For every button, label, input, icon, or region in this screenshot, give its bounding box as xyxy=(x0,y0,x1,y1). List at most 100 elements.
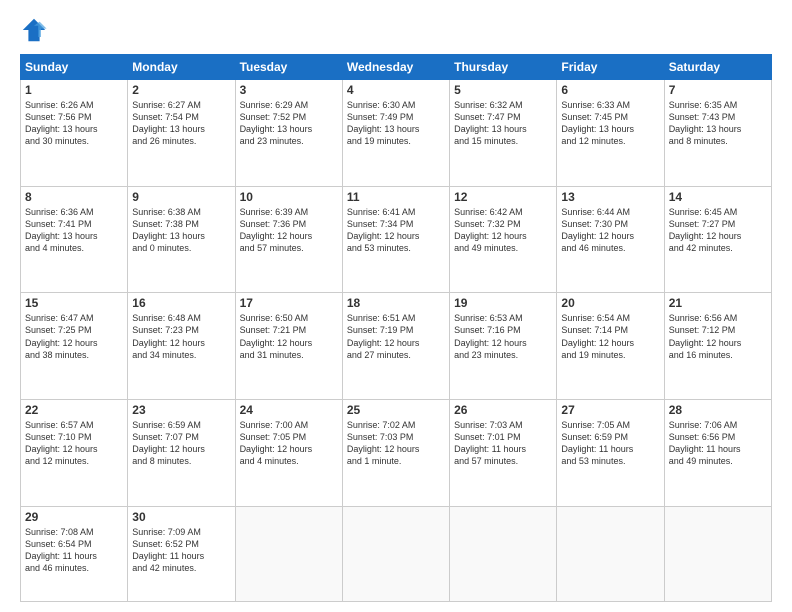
day-number: 4 xyxy=(347,83,445,97)
cell-info: Sunrise: 7:02 AMSunset: 7:03 PMDaylight:… xyxy=(347,419,445,468)
day-number: 26 xyxy=(454,403,552,417)
cell-info: Sunrise: 6:42 AMSunset: 7:32 PMDaylight:… xyxy=(454,206,552,255)
calendar-body: 1 Sunrise: 6:26 AMSunset: 7:56 PMDayligh… xyxy=(21,80,772,602)
header xyxy=(20,16,772,44)
calendar-day-cell xyxy=(450,506,557,601)
day-number: 9 xyxy=(132,190,230,204)
calendar-day-cell: 14 Sunrise: 6:45 AMSunset: 7:27 PMDaylig… xyxy=(664,186,771,293)
calendar-day-cell: 5 Sunrise: 6:32 AMSunset: 7:47 PMDayligh… xyxy=(450,80,557,187)
day-number: 11 xyxy=(347,190,445,204)
day-number: 29 xyxy=(25,510,123,524)
cell-info: Sunrise: 7:00 AMSunset: 7:05 PMDaylight:… xyxy=(240,419,338,468)
calendar-day-cell: 8 Sunrise: 6:36 AMSunset: 7:41 PMDayligh… xyxy=(21,186,128,293)
day-number: 21 xyxy=(669,296,767,310)
calendar-day-cell: 19 Sunrise: 6:53 AMSunset: 7:16 PMDaylig… xyxy=(450,293,557,400)
day-number: 15 xyxy=(25,296,123,310)
cell-info: Sunrise: 7:09 AMSunset: 6:52 PMDaylight:… xyxy=(132,526,230,575)
cell-info: Sunrise: 6:30 AMSunset: 7:49 PMDaylight:… xyxy=(347,99,445,148)
calendar-day-cell xyxy=(235,506,342,601)
calendar-header-cell: Thursday xyxy=(450,55,557,80)
calendar-week-row: 22 Sunrise: 6:57 AMSunset: 7:10 PMDaylig… xyxy=(21,399,772,506)
calendar-day-cell: 24 Sunrise: 7:00 AMSunset: 7:05 PMDaylig… xyxy=(235,399,342,506)
calendar-day-cell: 7 Sunrise: 6:35 AMSunset: 7:43 PMDayligh… xyxy=(664,80,771,187)
day-number: 7 xyxy=(669,83,767,97)
calendar-header-cell: Sunday xyxy=(21,55,128,80)
day-number: 12 xyxy=(454,190,552,204)
cell-info: Sunrise: 6:57 AMSunset: 7:10 PMDaylight:… xyxy=(25,419,123,468)
cell-info: Sunrise: 6:39 AMSunset: 7:36 PMDaylight:… xyxy=(240,206,338,255)
day-number: 8 xyxy=(25,190,123,204)
day-number: 2 xyxy=(132,83,230,97)
day-number: 1 xyxy=(25,83,123,97)
cell-info: Sunrise: 7:03 AMSunset: 7:01 PMDaylight:… xyxy=(454,419,552,468)
calendar-day-cell: 6 Sunrise: 6:33 AMSunset: 7:45 PMDayligh… xyxy=(557,80,664,187)
day-number: 27 xyxy=(561,403,659,417)
calendar-day-cell: 1 Sunrise: 6:26 AMSunset: 7:56 PMDayligh… xyxy=(21,80,128,187)
cell-info: Sunrise: 6:50 AMSunset: 7:21 PMDaylight:… xyxy=(240,312,338,361)
cell-info: Sunrise: 6:35 AMSunset: 7:43 PMDaylight:… xyxy=(669,99,767,148)
day-number: 5 xyxy=(454,83,552,97)
calendar-week-row: 1 Sunrise: 6:26 AMSunset: 7:56 PMDayligh… xyxy=(21,80,772,187)
cell-info: Sunrise: 6:54 AMSunset: 7:14 PMDaylight:… xyxy=(561,312,659,361)
cell-info: Sunrise: 7:05 AMSunset: 6:59 PMDaylight:… xyxy=(561,419,659,468)
cell-info: Sunrise: 6:51 AMSunset: 7:19 PMDaylight:… xyxy=(347,312,445,361)
day-number: 16 xyxy=(132,296,230,310)
calendar-day-cell: 30 Sunrise: 7:09 AMSunset: 6:52 PMDaylig… xyxy=(128,506,235,601)
cell-info: Sunrise: 6:45 AMSunset: 7:27 PMDaylight:… xyxy=(669,206,767,255)
calendar-day-cell: 4 Sunrise: 6:30 AMSunset: 7:49 PMDayligh… xyxy=(342,80,449,187)
cell-info: Sunrise: 6:26 AMSunset: 7:56 PMDaylight:… xyxy=(25,99,123,148)
cell-info: Sunrise: 7:08 AMSunset: 6:54 PMDaylight:… xyxy=(25,526,123,575)
calendar-day-cell: 11 Sunrise: 6:41 AMSunset: 7:34 PMDaylig… xyxy=(342,186,449,293)
cell-info: Sunrise: 6:56 AMSunset: 7:12 PMDaylight:… xyxy=(669,312,767,361)
calendar-day-cell: 29 Sunrise: 7:08 AMSunset: 6:54 PMDaylig… xyxy=(21,506,128,601)
cell-info: Sunrise: 6:38 AMSunset: 7:38 PMDaylight:… xyxy=(132,206,230,255)
cell-info: Sunrise: 6:41 AMSunset: 7:34 PMDaylight:… xyxy=(347,206,445,255)
calendar-day-cell: 17 Sunrise: 6:50 AMSunset: 7:21 PMDaylig… xyxy=(235,293,342,400)
calendar-day-cell: 12 Sunrise: 6:42 AMSunset: 7:32 PMDaylig… xyxy=(450,186,557,293)
calendar-header-cell: Monday xyxy=(128,55,235,80)
cell-info: Sunrise: 6:29 AMSunset: 7:52 PMDaylight:… xyxy=(240,99,338,148)
calendar-day-cell xyxy=(342,506,449,601)
cell-info: Sunrise: 6:27 AMSunset: 7:54 PMDaylight:… xyxy=(132,99,230,148)
calendar-day-cell: 28 Sunrise: 7:06 AMSunset: 6:56 PMDaylig… xyxy=(664,399,771,506)
day-number: 28 xyxy=(669,403,767,417)
calendar-day-cell: 23 Sunrise: 6:59 AMSunset: 7:07 PMDaylig… xyxy=(128,399,235,506)
cell-info: Sunrise: 6:48 AMSunset: 7:23 PMDaylight:… xyxy=(132,312,230,361)
cell-info: Sunrise: 6:44 AMSunset: 7:30 PMDaylight:… xyxy=(561,206,659,255)
day-number: 13 xyxy=(561,190,659,204)
cell-info: Sunrise: 6:33 AMSunset: 7:45 PMDaylight:… xyxy=(561,99,659,148)
day-number: 24 xyxy=(240,403,338,417)
calendar-table: SundayMondayTuesdayWednesdayThursdayFrid… xyxy=(20,54,772,602)
calendar-day-cell: 21 Sunrise: 6:56 AMSunset: 7:12 PMDaylig… xyxy=(664,293,771,400)
day-number: 6 xyxy=(561,83,659,97)
calendar-day-cell: 16 Sunrise: 6:48 AMSunset: 7:23 PMDaylig… xyxy=(128,293,235,400)
calendar-day-cell: 13 Sunrise: 6:44 AMSunset: 7:30 PMDaylig… xyxy=(557,186,664,293)
day-number: 23 xyxy=(132,403,230,417)
calendar-day-cell: 20 Sunrise: 6:54 AMSunset: 7:14 PMDaylig… xyxy=(557,293,664,400)
calendar-day-cell xyxy=(557,506,664,601)
calendar-header-cell: Saturday xyxy=(664,55,771,80)
day-number: 14 xyxy=(669,190,767,204)
cell-info: Sunrise: 6:59 AMSunset: 7:07 PMDaylight:… xyxy=(132,419,230,468)
calendar-header-cell: Wednesday xyxy=(342,55,449,80)
calendar-day-cell: 25 Sunrise: 7:02 AMSunset: 7:03 PMDaylig… xyxy=(342,399,449,506)
day-number: 20 xyxy=(561,296,659,310)
logo xyxy=(20,16,52,44)
cell-info: Sunrise: 7:06 AMSunset: 6:56 PMDaylight:… xyxy=(669,419,767,468)
day-number: 17 xyxy=(240,296,338,310)
day-number: 18 xyxy=(347,296,445,310)
logo-icon xyxy=(20,16,48,44)
calendar-week-row: 8 Sunrise: 6:36 AMSunset: 7:41 PMDayligh… xyxy=(21,186,772,293)
day-number: 3 xyxy=(240,83,338,97)
calendar-day-cell: 2 Sunrise: 6:27 AMSunset: 7:54 PMDayligh… xyxy=(128,80,235,187)
calendar-day-cell: 10 Sunrise: 6:39 AMSunset: 7:36 PMDaylig… xyxy=(235,186,342,293)
cell-info: Sunrise: 6:53 AMSunset: 7:16 PMDaylight:… xyxy=(454,312,552,361)
calendar-day-cell: 18 Sunrise: 6:51 AMSunset: 7:19 PMDaylig… xyxy=(342,293,449,400)
calendar-day-cell: 26 Sunrise: 7:03 AMSunset: 7:01 PMDaylig… xyxy=(450,399,557,506)
cell-info: Sunrise: 6:36 AMSunset: 7:41 PMDaylight:… xyxy=(25,206,123,255)
day-number: 19 xyxy=(454,296,552,310)
day-number: 25 xyxy=(347,403,445,417)
cell-info: Sunrise: 6:47 AMSunset: 7:25 PMDaylight:… xyxy=(25,312,123,361)
calendar-day-cell: 15 Sunrise: 6:47 AMSunset: 7:25 PMDaylig… xyxy=(21,293,128,400)
calendar-day-cell: 27 Sunrise: 7:05 AMSunset: 6:59 PMDaylig… xyxy=(557,399,664,506)
